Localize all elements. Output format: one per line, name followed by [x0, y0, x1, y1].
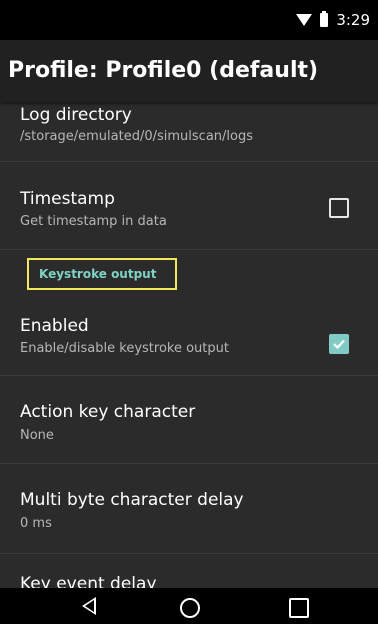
wifi-icon — [296, 14, 313, 26]
pref-summary: /storage/emulated/0/simulscan/logs — [20, 129, 253, 144]
pref-multibyte-delay[interactable]: Multi byte character delay 0 ms — [0, 464, 378, 554]
pref-title: Timestamp — [20, 189, 115, 209]
timestamp-checkbox[interactable] — [329, 198, 349, 218]
recents-icon[interactable] — [289, 598, 309, 618]
pref-timestamp[interactable]: Timestamp Get timestamp in data — [0, 162, 378, 250]
pref-key-event-delay[interactable]: Key event delay — [0, 554, 378, 588]
pref-summary: 0 ms — [20, 516, 52, 531]
navigation-bar — [0, 588, 378, 624]
clock: 3:29 — [336, 11, 370, 29]
pref-summary: Get timestamp in data — [20, 214, 167, 229]
battery-icon — [320, 11, 329, 27]
check-icon — [333, 339, 345, 350]
pref-action-key-character[interactable]: Action key character None — [0, 376, 378, 464]
preferences-list[interactable]: Log directory /storage/emulated/0/simuls… — [0, 102, 378, 588]
pref-title: Log directory — [20, 105, 132, 125]
status-bar: 3:29 — [0, 0, 378, 40]
app-bar: Profile: Profile0 (default) — [0, 40, 378, 102]
page-title: Profile: Profile0 (default) — [8, 58, 319, 83]
pref-summary: Enable/disable keystroke output — [20, 341, 229, 356]
pref-title: Multi byte character delay — [20, 490, 244, 510]
home-icon[interactable] — [180, 598, 200, 618]
pref-enabled[interactable]: Enabled Enable/disable keystroke output — [0, 298, 378, 376]
category-keystroke-output: Keystroke output — [27, 258, 177, 290]
back-icon[interactable] — [82, 597, 96, 615]
pref-log-directory[interactable]: Log directory /storage/emulated/0/simuls… — [0, 102, 378, 162]
pref-title: Enabled — [20, 316, 89, 336]
enabled-checkbox[interactable] — [329, 334, 349, 354]
pref-summary: None — [20, 428, 54, 443]
pref-title: Action key character — [20, 402, 196, 422]
status-icons: 3:29 — [296, 10, 370, 30]
pref-title: Key event delay — [20, 574, 157, 588]
